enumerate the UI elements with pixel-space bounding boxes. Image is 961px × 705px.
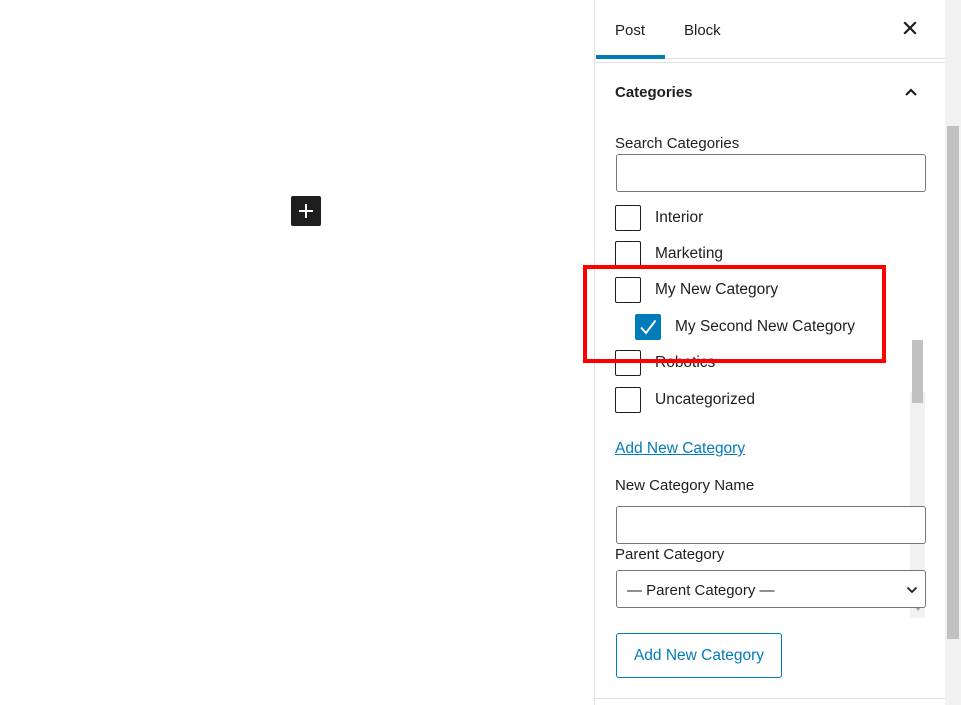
add-new-category-button[interactable]: Add New Category	[616, 633, 782, 678]
category-label: Marketing	[655, 245, 724, 262]
annotation-highlight-box	[583, 265, 886, 363]
parent-category-select[interactable]: — Parent Category —	[616, 570, 926, 608]
category-label: Uncategorized	[655, 391, 755, 408]
category-label: Interior	[655, 209, 704, 226]
add-new-category-link[interactable]: Add New Category	[615, 440, 745, 458]
page-scroll-thumb[interactable]	[947, 126, 959, 639]
new-category-name-label: New Category Name	[615, 477, 755, 494]
parent-category-selected-value: — Parent Category —	[627, 582, 775, 599]
category-list-scroll-thumb[interactable]	[912, 340, 923, 403]
category-item-marketing[interactable]: Marketing	[615, 240, 723, 268]
plus-icon	[299, 204, 313, 218]
tab-post[interactable]: Post	[615, 0, 645, 59]
panel-divider-bottom	[595, 698, 945, 699]
tab-block[interactable]: Block	[684, 0, 721, 59]
category-checkbox[interactable]	[615, 241, 641, 267]
categories-panel-title[interactable]: Categories	[615, 84, 693, 101]
collapse-panel-button[interactable]	[900, 82, 922, 102]
category-checkbox[interactable]	[615, 205, 641, 231]
block-inserter-button[interactable]	[291, 196, 321, 226]
panel-divider	[595, 62, 945, 63]
category-item-uncategorized[interactable]: Uncategorized	[615, 386, 755, 414]
search-categories-input[interactable]	[616, 154, 926, 192]
new-category-name-input[interactable]	[616, 506, 926, 544]
category-checkbox[interactable]	[615, 387, 641, 413]
chevron-up-icon	[905, 88, 917, 96]
search-categories-label: Search Categories	[615, 135, 740, 152]
editor-canvas	[0, 0, 594, 705]
chevron-down-icon	[905, 583, 919, 597]
category-item-interior[interactable]: Interior	[615, 204, 703, 232]
parent-category-label: Parent Category	[615, 546, 725, 563]
active-tab-indicator	[596, 55, 665, 59]
close-icon	[903, 21, 917, 35]
sidebar-tabs: Post Block	[595, 0, 945, 59]
close-sidebar-button[interactable]	[898, 16, 922, 40]
